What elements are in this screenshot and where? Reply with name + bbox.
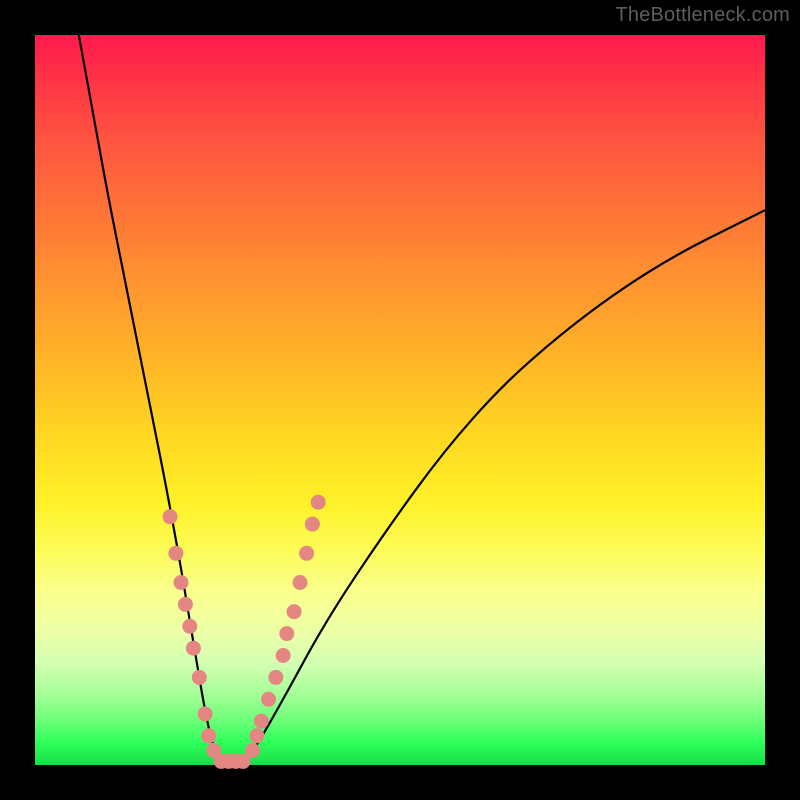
marker-dot bbox=[276, 648, 291, 663]
marker-dot bbox=[299, 546, 314, 561]
marker-dot bbox=[163, 509, 178, 524]
marker-dot bbox=[305, 517, 320, 532]
watermark-text: TheBottleneck.com bbox=[615, 4, 790, 27]
marker-dot bbox=[287, 604, 302, 619]
marker-dot bbox=[174, 575, 189, 590]
marker-dot bbox=[279, 626, 294, 641]
marker-dot bbox=[198, 706, 213, 721]
curve-layer bbox=[35, 35, 765, 765]
marker-dot bbox=[261, 692, 276, 707]
marker-dot bbox=[245, 743, 260, 758]
marker-dot bbox=[201, 728, 216, 743]
marker-dot bbox=[249, 728, 264, 743]
marker-dot bbox=[186, 641, 201, 656]
marker-dot bbox=[192, 670, 207, 685]
marker-dot bbox=[254, 714, 269, 729]
bottleneck-curve bbox=[79, 35, 765, 765]
plot-area bbox=[35, 35, 765, 765]
marker-dot bbox=[182, 619, 197, 634]
marker-dot bbox=[178, 597, 193, 612]
highlight-dots bbox=[163, 495, 326, 769]
marker-dot bbox=[268, 670, 283, 685]
marker-dot bbox=[293, 575, 308, 590]
marker-dot bbox=[168, 546, 183, 561]
marker-dot bbox=[311, 495, 326, 510]
chart-frame: TheBottleneck.com bbox=[0, 0, 800, 800]
